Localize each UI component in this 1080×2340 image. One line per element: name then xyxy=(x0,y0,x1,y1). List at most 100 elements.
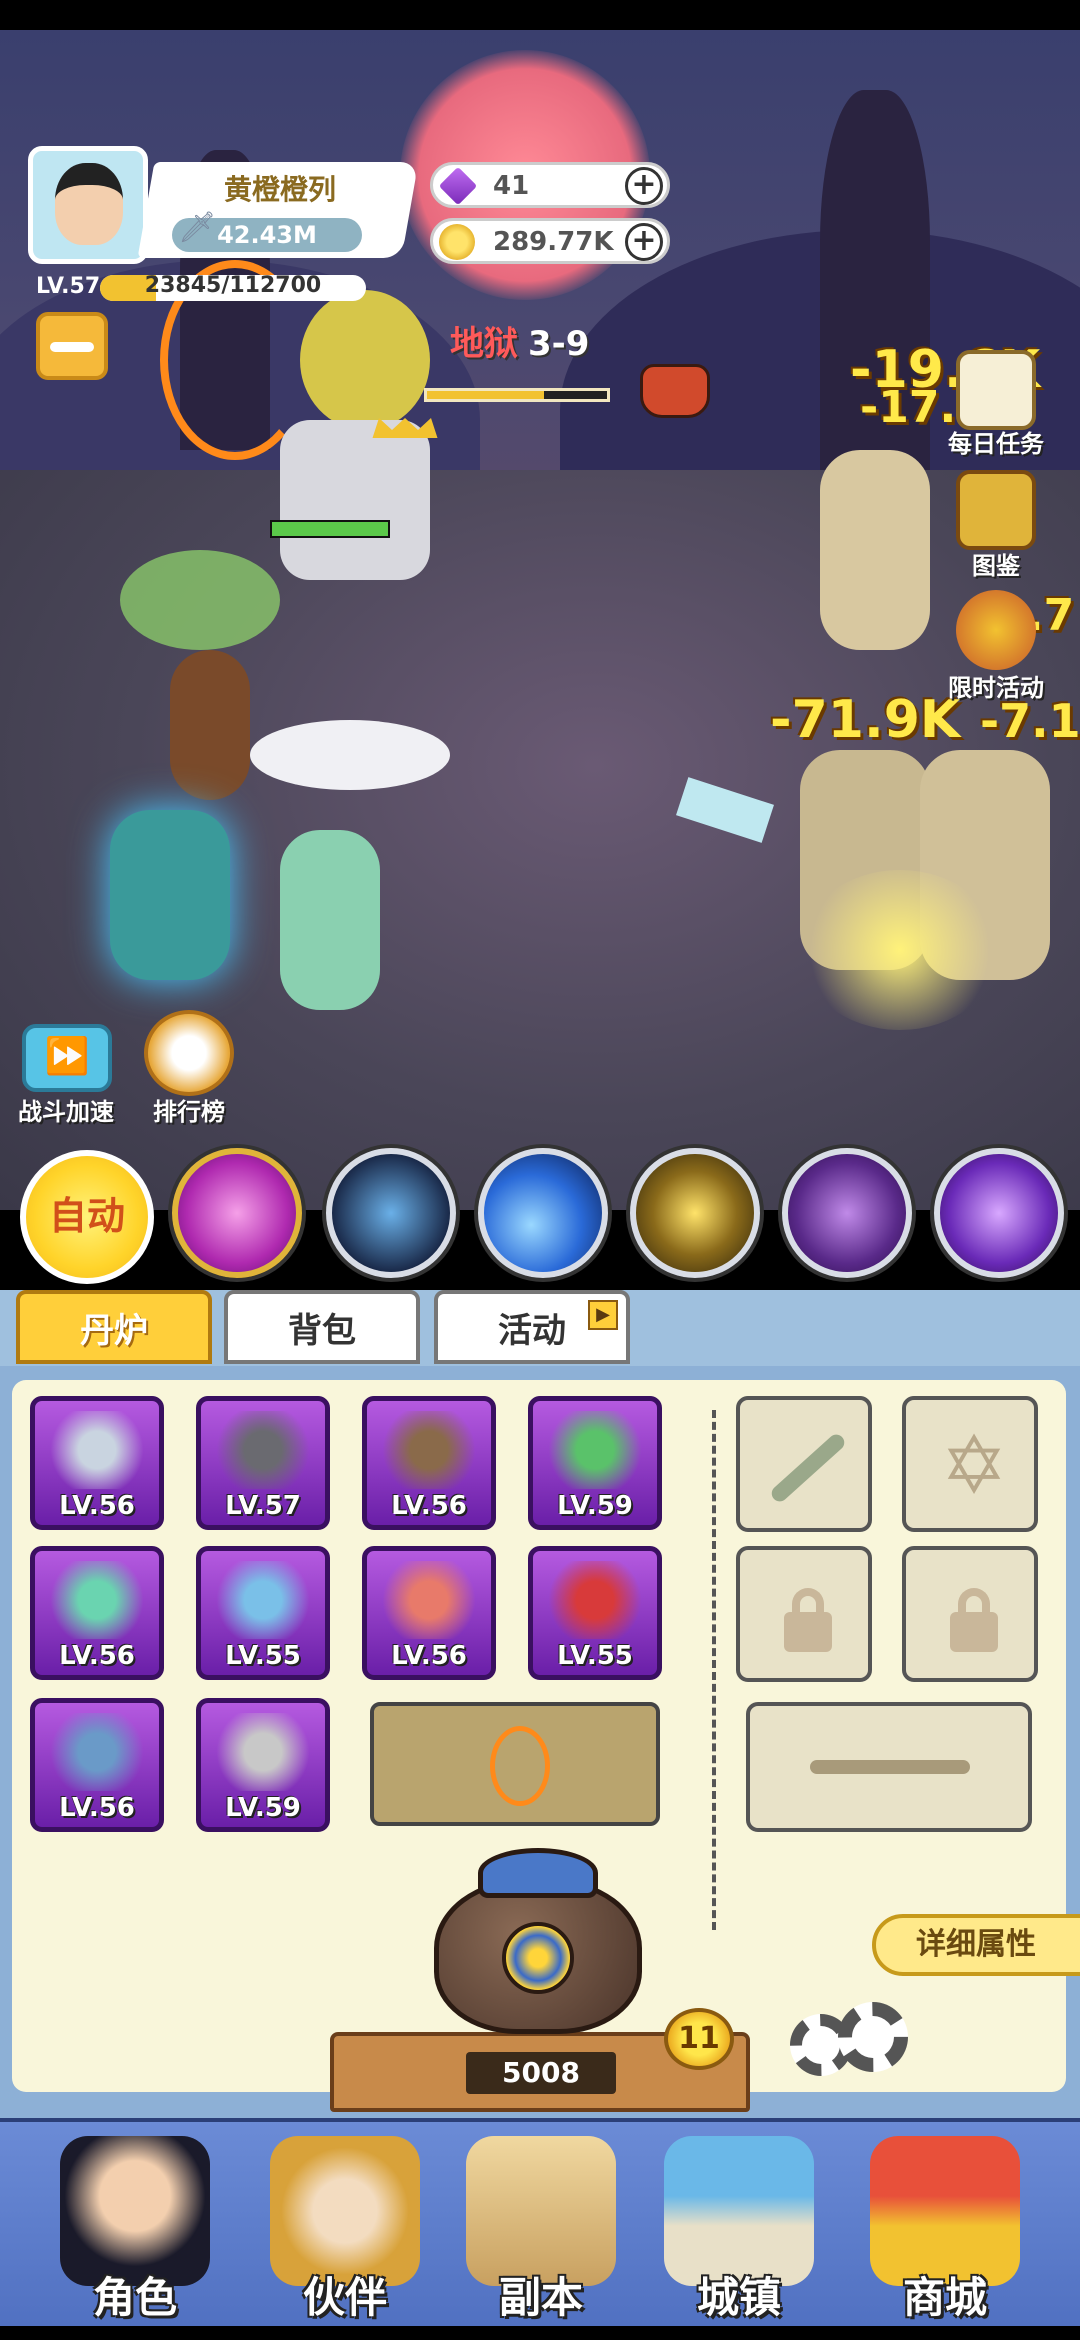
locked-slot[interactable] xyxy=(902,1546,1038,1682)
nav-partners-label: 伙伴 xyxy=(302,2273,387,2322)
equipment-slot[interactable]: LV.55 xyxy=(528,1546,662,1680)
battle-speed-button[interactable]: ⏩ xyxy=(22,1024,112,1092)
coin-value: 289.77K xyxy=(493,227,614,257)
greatsword-icon xyxy=(49,1561,145,1639)
skill-pink-vortex-icon[interactable] xyxy=(172,1148,302,1278)
nav-character-label: 角色 xyxy=(92,2273,177,2322)
equipment-level: LV.56 xyxy=(391,1491,467,1521)
equipment-slot[interactable]: LV.56 xyxy=(30,1698,164,1832)
limited-event-label[interactable]: 限时活动 xyxy=(926,668,1066,703)
furnace-fire-slot[interactable] xyxy=(370,1702,660,1826)
trident-slot[interactable] xyxy=(746,1702,1032,1832)
equipment-slot[interactable]: LV.56 xyxy=(30,1396,164,1530)
equipment-level: LV.59 xyxy=(557,1491,633,1521)
hexagram-slot[interactable]: ✡ xyxy=(902,1396,1038,1532)
collapse-menu-button[interactable] xyxy=(36,312,108,380)
red-orb-icon xyxy=(547,1561,643,1639)
gem-icon xyxy=(438,166,478,206)
gourd-icon xyxy=(381,1561,477,1639)
yin-yang-icon xyxy=(502,1922,574,1994)
equipped-weapon-slot[interactable] xyxy=(736,1396,872,1532)
bottom-nav: 角色 伙伴 副本 城镇 商城 xyxy=(0,2118,1080,2340)
equipment-level: LV.56 xyxy=(59,1491,135,1521)
alchemy-furnace[interactable] xyxy=(404,1838,672,2038)
furnace-level-badge[interactable]: 11 xyxy=(664,2008,734,2070)
panel-divider xyxy=(712,1410,716,1930)
enemy xyxy=(820,450,930,650)
tab-backpack[interactable]: 背包 xyxy=(224,1290,420,1364)
battle-speed-label[interactable]: 战斗加速 xyxy=(0,1092,136,1127)
daily-tasks-label[interactable]: 每日任务 xyxy=(926,424,1066,459)
codex-book-icon[interactable] xyxy=(956,470,1036,550)
boss-icon xyxy=(640,364,710,418)
equipment-level: LV.57 xyxy=(225,1491,301,1521)
add-coins-button[interactable]: + xyxy=(625,223,663,261)
cloud-mount xyxy=(250,720,450,790)
auto-battle-button[interactable]: 自动 xyxy=(20,1150,154,1284)
nav-dungeon[interactable]: 副本 xyxy=(446,2136,636,2336)
hero-hp-bar xyxy=(270,520,390,538)
furnace-lid xyxy=(478,1848,598,1898)
hexagram-icon: ✡ xyxy=(940,1419,1008,1512)
nav-town[interactable]: 城镇 xyxy=(644,2136,834,2336)
stage-title: 地狱 3-9 xyxy=(450,316,589,365)
skill-bar: 自动 xyxy=(0,1140,1080,1290)
hero-leader-body xyxy=(280,420,430,580)
tab-events-label: 活动 xyxy=(498,1311,566,1351)
hero-blue-flame xyxy=(110,810,230,980)
player-level: LV.57 xyxy=(36,274,101,299)
lock-body xyxy=(784,1612,832,1652)
crown-icon xyxy=(372,418,438,438)
skill-purple-shuriken-icon[interactable] xyxy=(782,1148,912,1278)
daily-tasks-icon[interactable] xyxy=(956,350,1036,430)
ring-icon xyxy=(49,1713,145,1791)
equipment-level: LV.59 xyxy=(225,1793,301,1823)
equipment-level: LV.56 xyxy=(391,1641,467,1671)
skill-lightning-icon[interactable] xyxy=(326,1148,456,1278)
skill-blue-comet-icon[interactable] xyxy=(478,1148,608,1278)
skill-purple-lightning-icon[interactable] xyxy=(934,1148,1064,1278)
skill-golden-swords-icon[interactable] xyxy=(630,1148,760,1278)
nav-partners[interactable]: 伙伴 xyxy=(250,2136,440,2336)
hero-green-maiden xyxy=(280,830,380,1010)
coin-counter: 289.77K + xyxy=(430,218,670,264)
shield-icon xyxy=(215,1561,311,1639)
nav-shop[interactable]: 商城 xyxy=(850,2136,1040,2336)
trident-icon xyxy=(810,1760,970,1774)
play-icon: ▶ xyxy=(588,1300,618,1330)
limited-event-icon[interactable] xyxy=(956,590,1036,670)
settings-gear-icon[interactable] xyxy=(838,2002,908,2072)
equipment-slot[interactable]: LV.56 xyxy=(362,1546,496,1680)
lock-body xyxy=(950,1612,998,1652)
stage-progress-bar xyxy=(424,388,610,402)
stage-prefix: 地狱 xyxy=(450,324,518,364)
tab-alchemy-furnace[interactable]: 丹炉 xyxy=(16,1290,212,1364)
hit-effect xyxy=(800,870,1000,1030)
codex-label[interactable]: 图鉴 xyxy=(926,546,1066,581)
tab-bar: 丹炉 背包 活动 ▶ xyxy=(0,1290,1080,1370)
add-gems-button[interactable]: + xyxy=(625,167,663,205)
nav-town-label: 城镇 xyxy=(696,2273,781,2322)
equipment-slot[interactable]: LV.57 xyxy=(196,1396,330,1530)
sword-icon xyxy=(49,1411,145,1489)
equipment-slot[interactable]: LV.56 xyxy=(30,1546,164,1680)
ranking-label[interactable]: 排行榜 xyxy=(119,1092,259,1127)
equipment-slot[interactable]: LV.59 xyxy=(528,1396,662,1530)
gem-value: 41 xyxy=(493,171,530,201)
detail-attributes-button[interactable]: 详细属性 xyxy=(872,1914,1080,1976)
hero-otter xyxy=(170,650,250,800)
ranking-trophy-icon[interactable] xyxy=(144,1010,234,1096)
dragon-orb-icon xyxy=(547,1411,643,1489)
equipment-level: LV.55 xyxy=(225,1641,301,1671)
nav-character[interactable]: 角色 xyxy=(40,2136,230,2336)
player-avatar[interactable] xyxy=(28,146,148,264)
tab-events[interactable]: 活动 ▶ xyxy=(434,1290,630,1364)
equipment-slot[interactable]: LV.59 xyxy=(196,1698,330,1832)
equipment-level: LV.55 xyxy=(557,1641,633,1671)
blade-icon xyxy=(768,1431,848,1505)
equipment-slot[interactable]: LV.55 xyxy=(196,1546,330,1680)
equipment-slot[interactable]: LV.56 xyxy=(362,1396,496,1530)
locked-slot[interactable] xyxy=(736,1546,872,1682)
boots-icon xyxy=(215,1411,311,1489)
nav-dungeon-label: 副本 xyxy=(498,2273,583,2322)
